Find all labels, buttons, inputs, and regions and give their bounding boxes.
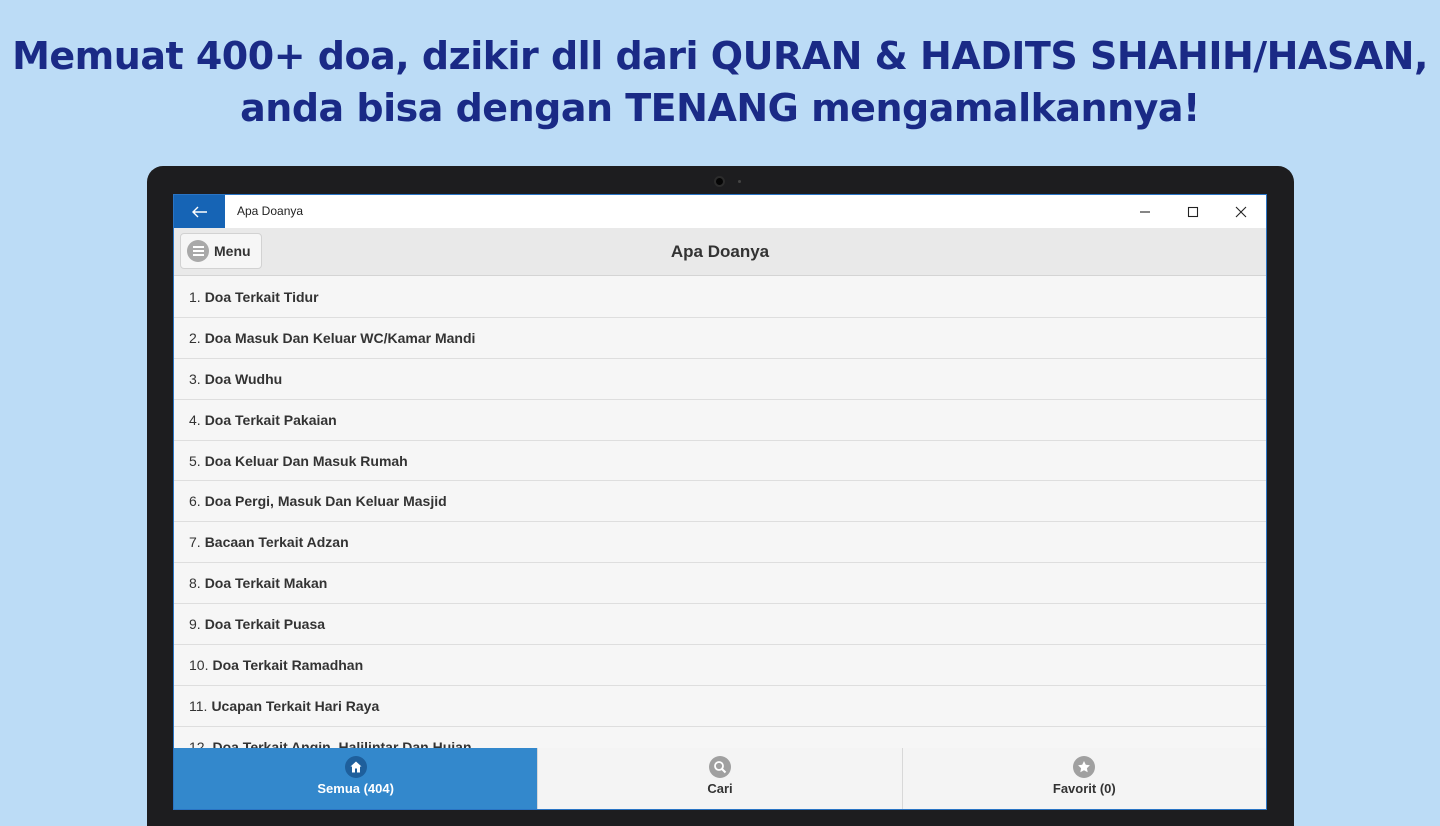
item-number: 8. — [189, 575, 201, 592]
list-item[interactable]: 1. Doa Terkait Tidur — [174, 277, 1266, 318]
promo-headline: Memuat 400+ doa, dzikir dll dari QURAN &… — [0, 30, 1440, 134]
item-number: 2. — [189, 329, 201, 346]
close-icon — [1235, 206, 1247, 217]
doa-list: 1. Doa Terkait Tidur 2. Doa Masuk Dan Kelu… — [174, 277, 1266, 749]
list-item[interactable]: 11. Ucapan Terkait Hari Raya — [174, 685, 1266, 727]
camera-icon — [714, 176, 725, 187]
maximize-icon — [1187, 206, 1199, 217]
tab-semua[interactable]: Semua (404) — [174, 748, 538, 809]
item-number: 6. — [189, 493, 201, 510]
list-item[interactable]: 5. Doa Keluar Dan Masuk Rumah — [174, 440, 1266, 482]
item-number: 4. — [189, 411, 201, 428]
item-number: 3. — [189, 370, 201, 387]
item-number: 5. — [189, 452, 201, 469]
list-item[interactable]: 2. Doa Masuk Dan Keluar WC/Kamar Mandi — [174, 317, 1266, 359]
tab-label: Cari — [707, 781, 733, 796]
headline-line-2: anda bisa dengan TENANG mengamalkannya! — [240, 86, 1200, 130]
item-label: Doa Masuk Dan Keluar WC/Kamar Mandi — [204, 329, 476, 346]
headline-line-1: Memuat 400+ doa, dzikir dll dari QURAN &… — [12, 34, 1428, 78]
back-button[interactable] — [174, 195, 225, 228]
item-label: Doa Terkait Pakaian — [204, 411, 337, 428]
page-title: Apa Doanya — [670, 242, 770, 261]
bottom-navbar: Semua (404) Cari Favorit (0) — [174, 748, 1266, 809]
item-number: 9. — [189, 616, 201, 633]
list-item[interactable]: 9. Doa Terkait Puasa — [174, 604, 1266, 646]
item-label: Doa Terkait Puasa — [204, 616, 326, 633]
window-titlebar: Apa Doanya — [174, 195, 1266, 228]
app-window: Apa Doanya Menu Apa Doanya 1. Doa Terkait — [173, 194, 1267, 810]
item-label: Ucapan Terkait Hari Raya — [211, 697, 380, 714]
app-header: Menu Apa Doanya — [174, 228, 1266, 276]
star-icon — [1073, 756, 1096, 778]
tab-favorit[interactable]: Favorit (0) — [901, 748, 1266, 809]
item-label: Bacaan Terkait Adzan — [204, 534, 349, 551]
list-item[interactable]: 10. Doa Terkait Ramadhan — [174, 645, 1266, 686]
minimize-button[interactable] — [1122, 195, 1168, 228]
close-button[interactable] — [1218, 195, 1264, 228]
list-item[interactable]: 4. Doa Terkait Pakaian — [174, 399, 1266, 441]
item-number: 7. — [189, 534, 201, 551]
arrow-left-icon — [191, 206, 207, 217]
item-label: Doa Terkait Ramadhan — [212, 656, 364, 673]
search-icon — [708, 756, 731, 778]
home-icon — [344, 756, 367, 778]
item-label: Doa Terkait Tidur — [204, 288, 319, 305]
sensor-dot — [738, 180, 741, 183]
minimize-icon — [1140, 210, 1150, 213]
list-item[interactable]: 6. Doa Pergi, Masuk Dan Keluar Masjid — [174, 481, 1266, 523]
tab-label: Semua (404) — [317, 781, 394, 796]
list-item[interactable]: 7. Bacaan Terkait Adzan — [174, 522, 1266, 564]
list-item[interactable]: 3. Doa Wudhu — [174, 358, 1266, 400]
item-label: Doa Wudhu — [204, 370, 283, 387]
item-label: Doa Terkait Makan — [204, 575, 328, 592]
item-number: 1. — [189, 288, 201, 305]
tab-label: Favorit (0) — [1052, 781, 1116, 796]
list-item[interactable]: 8. Doa Terkait Makan — [174, 563, 1266, 605]
list-item[interactable]: 12. Doa Terkait Angin, Halilintar Dan Huj… — [174, 726, 1266, 749]
item-label: Doa Keluar Dan Masuk Rumah — [204, 452, 408, 469]
maximize-button[interactable] — [1170, 195, 1216, 228]
item-label: Doa Pergi, Masuk Dan Keluar Masjid — [204, 493, 447, 510]
item-number: 10. — [189, 656, 209, 673]
item-number: 11. — [189, 697, 208, 714]
window-title: Apa Doanya — [237, 204, 304, 218]
tab-cari[interactable]: Cari — [537, 748, 902, 809]
